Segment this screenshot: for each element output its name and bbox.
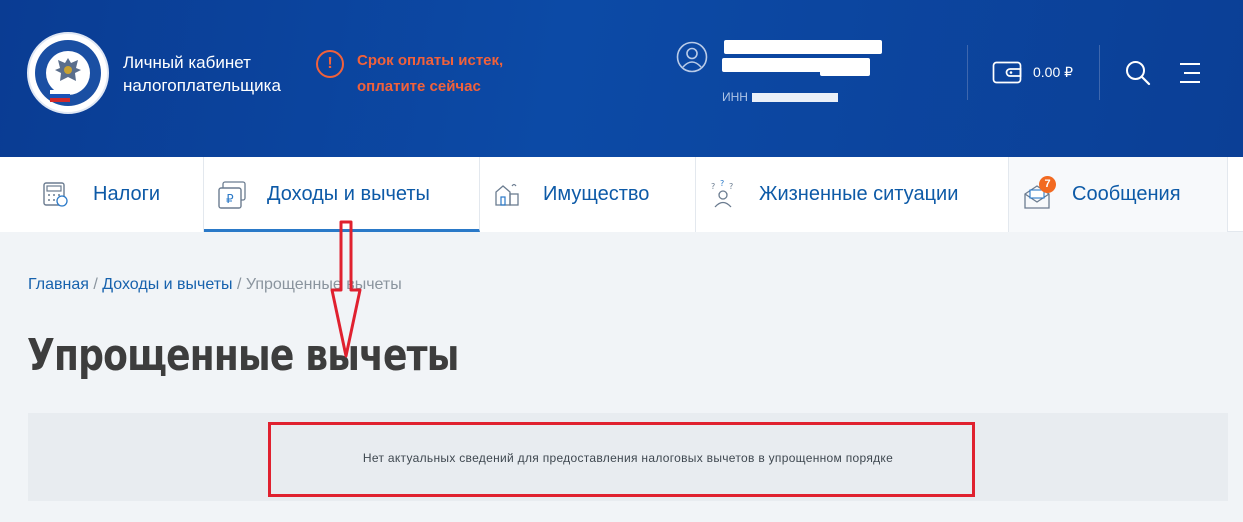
nav-item-messages[interactable]: 7 Сообщения — [1009, 157, 1228, 232]
cabinet-title[interactable]: Личный кабинет налогоплательщика — [123, 51, 313, 97]
flag-icon — [50, 90, 70, 102]
svg-text:?: ? — [729, 182, 733, 191]
eagle-icon — [55, 58, 81, 81]
annotation-highlight-box — [268, 422, 975, 497]
exclamation-circle-icon: ! — [316, 50, 344, 78]
payment-overdue-alert[interactable]: Срок оплаты истек, оплатите сейчас — [357, 48, 557, 100]
header-divider — [967, 45, 968, 100]
fns-logo-icon[interactable] — [27, 32, 109, 114]
inn-value-redacted — [752, 93, 838, 102]
ruble-cards-icon: ₽ — [218, 181, 246, 209]
nav-label-messages: Сообщения — [1072, 183, 1181, 205]
nav-label-income-deductions: Доходы и вычеты — [267, 183, 430, 205]
nav-label-taxes: Налоги — [93, 183, 161, 205]
calculator-icon — [43, 182, 68, 207]
annotation-down-arrow-icon — [330, 220, 362, 358]
nav-item-property[interactable]: Имущество — [480, 157, 696, 232]
menu-icon[interactable] — [1178, 62, 1202, 84]
nav-label-life-situations: Жизненные ситуации — [759, 183, 959, 205]
breadcrumb-separator: / — [88, 276, 103, 293]
svg-text:₽: ₽ — [226, 192, 234, 206]
nav-item-life-situations[interactable]: ? ? ? Жизненные ситуации — [696, 157, 1009, 232]
header-divider — [1099, 45, 1100, 100]
user-name-redacted[interactable] — [722, 38, 892, 84]
breadcrumb-current: Упрощенные вычеты — [245, 276, 402, 293]
nav-item-taxes[interactable]: Налоги — [0, 157, 204, 232]
svg-text:?: ? — [720, 180, 724, 188]
inn-label: ИНН — [722, 90, 748, 104]
breadcrumb-income-deductions[interactable]: Доходы и вычеты — [102, 276, 232, 293]
person-questions-icon: ? ? ? — [711, 180, 733, 208]
breadcrumb-home[interactable]: Главная — [28, 276, 89, 293]
nav-label-property: Имущество — [543, 183, 650, 205]
property-icon — [495, 183, 519, 206]
page-title: Упрощенные вычеты — [27, 330, 459, 381]
user-circle-icon[interactable] — [676, 41, 708, 73]
messages-count-badge: 7 — [1039, 176, 1056, 193]
wallet-icon[interactable] — [992, 59, 1022, 85]
main-nav: Налоги ₽ Доходы и вычеты Имущество ? ? ?… — [0, 157, 1243, 232]
breadcrumb-separator: / — [232, 276, 246, 293]
search-icon[interactable] — [1125, 60, 1151, 86]
svg-text:?: ? — [711, 182, 715, 191]
wallet-balance[interactable]: 0.00 ₽ — [1033, 64, 1073, 81]
site-header: Личный кабинет налогоплательщика ! Срок … — [0, 0, 1243, 157]
